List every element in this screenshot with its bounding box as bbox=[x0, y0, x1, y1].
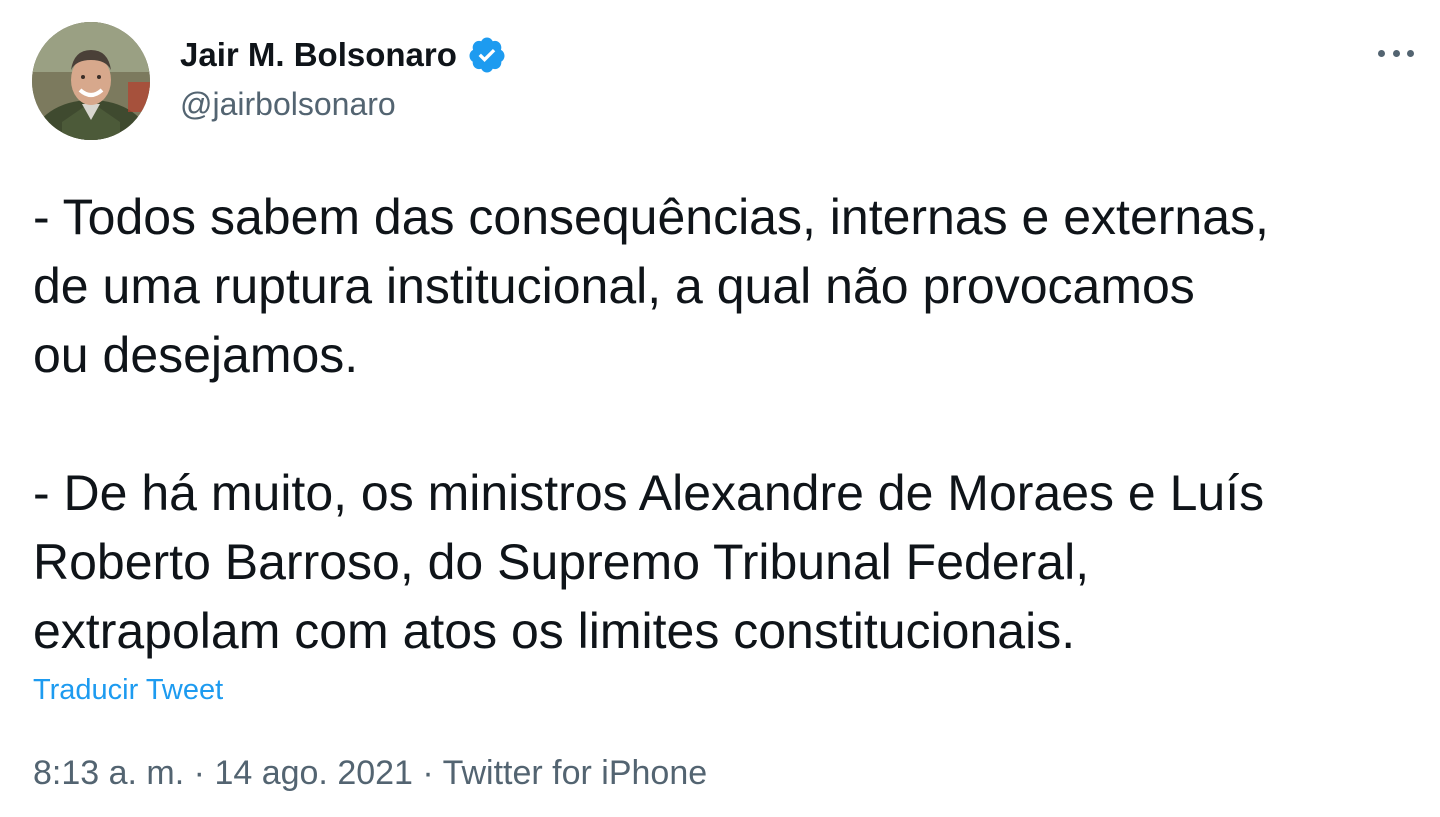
tweet-date[interactable]: 14 ago. 2021 bbox=[214, 754, 413, 792]
meta-separator: · bbox=[193, 754, 205, 792]
user-handle[interactable]: @jairbolsonaro bbox=[180, 86, 396, 123]
tweet-meta: 8:13 a. m. · 14 ago. 2021 · Twitter for … bbox=[33, 754, 707, 793]
more-dot bbox=[1392, 49, 1400, 57]
meta-separator: · bbox=[422, 754, 434, 792]
translate-tweet-link[interactable]: Traducir Tweet bbox=[33, 674, 223, 707]
user-name-row: Jair M. Bolsonaro bbox=[180, 34, 507, 76]
tweet-time[interactable]: 8:13 a. m. bbox=[33, 754, 184, 792]
tweet-line: - De há muito, os ministros Alexandre de… bbox=[33, 465, 1265, 521]
tweet-line: Roberto Barroso, do Supremo Tribunal Fed… bbox=[33, 534, 1090, 590]
avatar[interactable] bbox=[32, 22, 150, 140]
more-options-icon[interactable] bbox=[1378, 38, 1414, 68]
tweet-line: extrapolam com atos os limites constituc… bbox=[33, 603, 1076, 659]
more-dot bbox=[1378, 49, 1385, 57]
tweet-source[interactable]: Twitter for iPhone bbox=[443, 754, 708, 792]
tweet-line: ou desejamos. bbox=[33, 327, 359, 383]
display-name[interactable]: Jair M. Bolsonaro bbox=[180, 36, 457, 74]
tweet-line: de uma ruptura institucional, a qual não… bbox=[33, 258, 1195, 314]
tweet-text: - Todos sabem das consequências, interna… bbox=[33, 183, 1423, 666]
tweet-line: - Todos sabem das consequências, interna… bbox=[33, 189, 1269, 245]
verified-badge-icon bbox=[467, 35, 507, 75]
tweet-blank-line bbox=[33, 390, 1423, 459]
more-dot bbox=[1407, 49, 1414, 57]
avatar-photo bbox=[32, 22, 150, 140]
